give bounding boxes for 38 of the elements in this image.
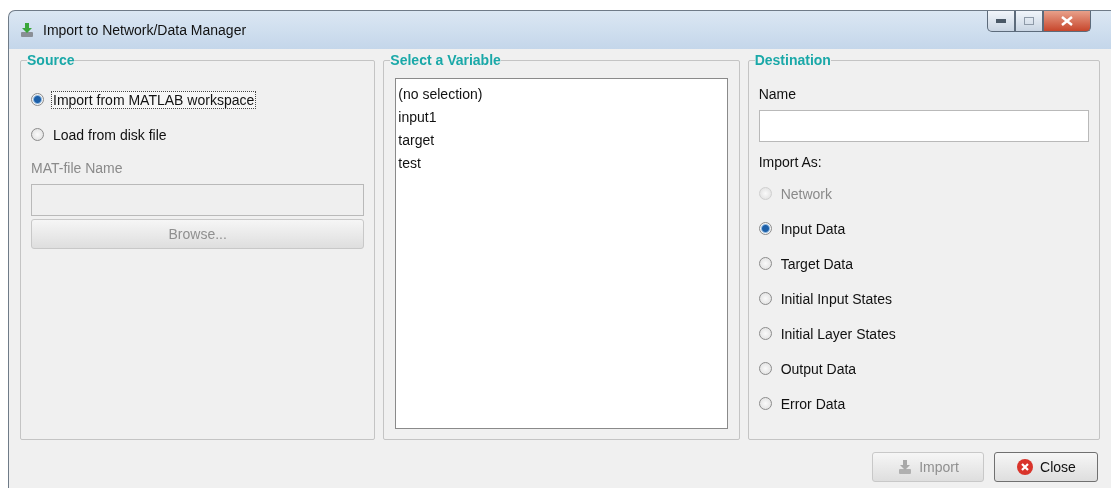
list-item[interactable]: test [398,152,725,175]
option-label[interactable]: Input Data [778,219,848,238]
list-item[interactable]: (no selection) [398,83,725,106]
radio-button[interactable] [758,397,772,410]
option-label[interactable]: Initial Layer States [778,324,898,343]
radio-button[interactable] [31,93,44,106]
download-icon [897,459,914,475]
download-icon [19,21,35,38]
field-label: MAT-file Name [31,160,124,176]
radio-button[interactable] [758,362,772,375]
panel-title: Select a Variable [390,52,501,68]
minimize-button[interactable] [987,11,1015,32]
maximize-button[interactable] [1015,11,1043,32]
option-label[interactable]: Import from MATLAB workspace [51,90,257,109]
maximize-icon [1024,17,1034,25]
option-label[interactable]: Error Data [778,394,848,413]
radio-button[interactable] [758,327,772,340]
option-label[interactable]: Initial Input States [778,289,894,308]
close-window-button[interactable] [1043,11,1091,32]
radio-button[interactable] [758,257,772,270]
close-button[interactable]: Close [994,452,1098,482]
field-label: Import As: [758,154,823,170]
minimize-icon [996,19,1006,23]
window-title: Import to Network/Data Manager [43,21,248,38]
radio-button[interactable] [31,128,44,141]
option-label[interactable]: Target Data [778,254,856,273]
field-label: Name [758,86,797,102]
name-field[interactable] [758,110,1089,142]
close-icon [1061,16,1073,26]
panel-title: Source [27,52,75,68]
option-label[interactable]: Output Data [778,359,859,378]
radio-button[interactable] [758,292,772,305]
list-item[interactable]: target [398,129,725,152]
option-label[interactable]: Load from disk file [51,125,169,144]
close-icon [1016,458,1035,476]
radio-button[interactable] [758,222,772,235]
list-item[interactable]: input1 [398,106,725,129]
panel-title: Destination [754,52,831,68]
